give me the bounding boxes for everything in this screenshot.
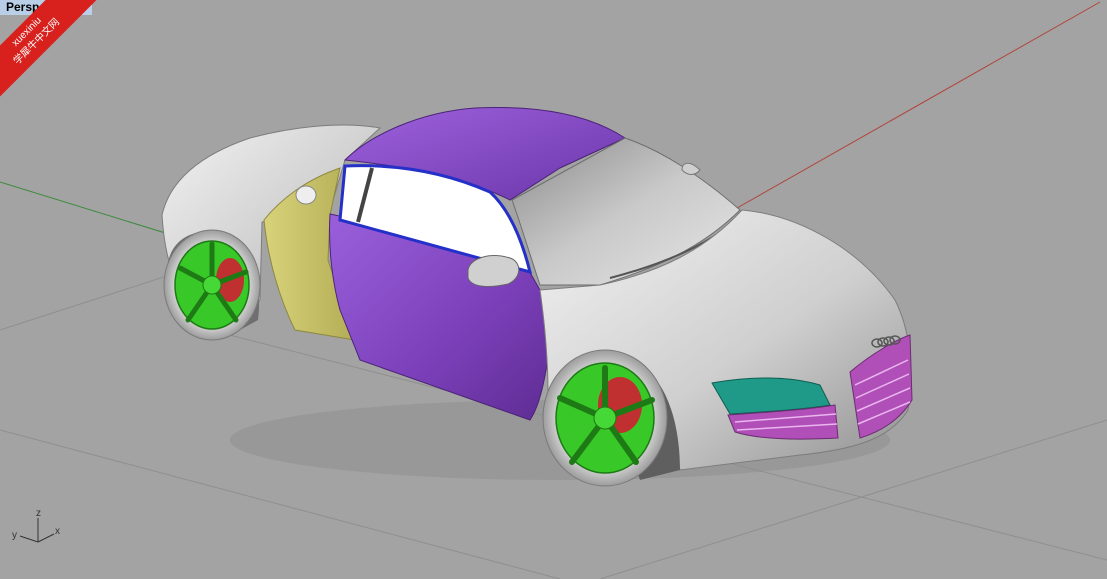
side-mirror xyxy=(467,255,520,287)
y-axis-line xyxy=(0,181,176,237)
x-axis-label: x xyxy=(55,526,60,537)
scene-canvas[interactable] xyxy=(0,0,1107,579)
perspective-viewport[interactable]: Perspective xuexiniu 学犀牛中文网 z y x xyxy=(0,0,1107,579)
viewport-title[interactable]: Perspective xyxy=(0,0,92,15)
front-wheel xyxy=(542,349,668,487)
rear-wheel xyxy=(163,229,261,341)
antenna xyxy=(681,162,701,175)
x-axis-line xyxy=(729,1,1101,213)
fuel-cap xyxy=(295,185,317,205)
car-model xyxy=(161,107,913,487)
axis-triad xyxy=(19,518,55,543)
z-axis-label: z xyxy=(36,508,41,519)
y-axis-label: y xyxy=(12,530,17,541)
